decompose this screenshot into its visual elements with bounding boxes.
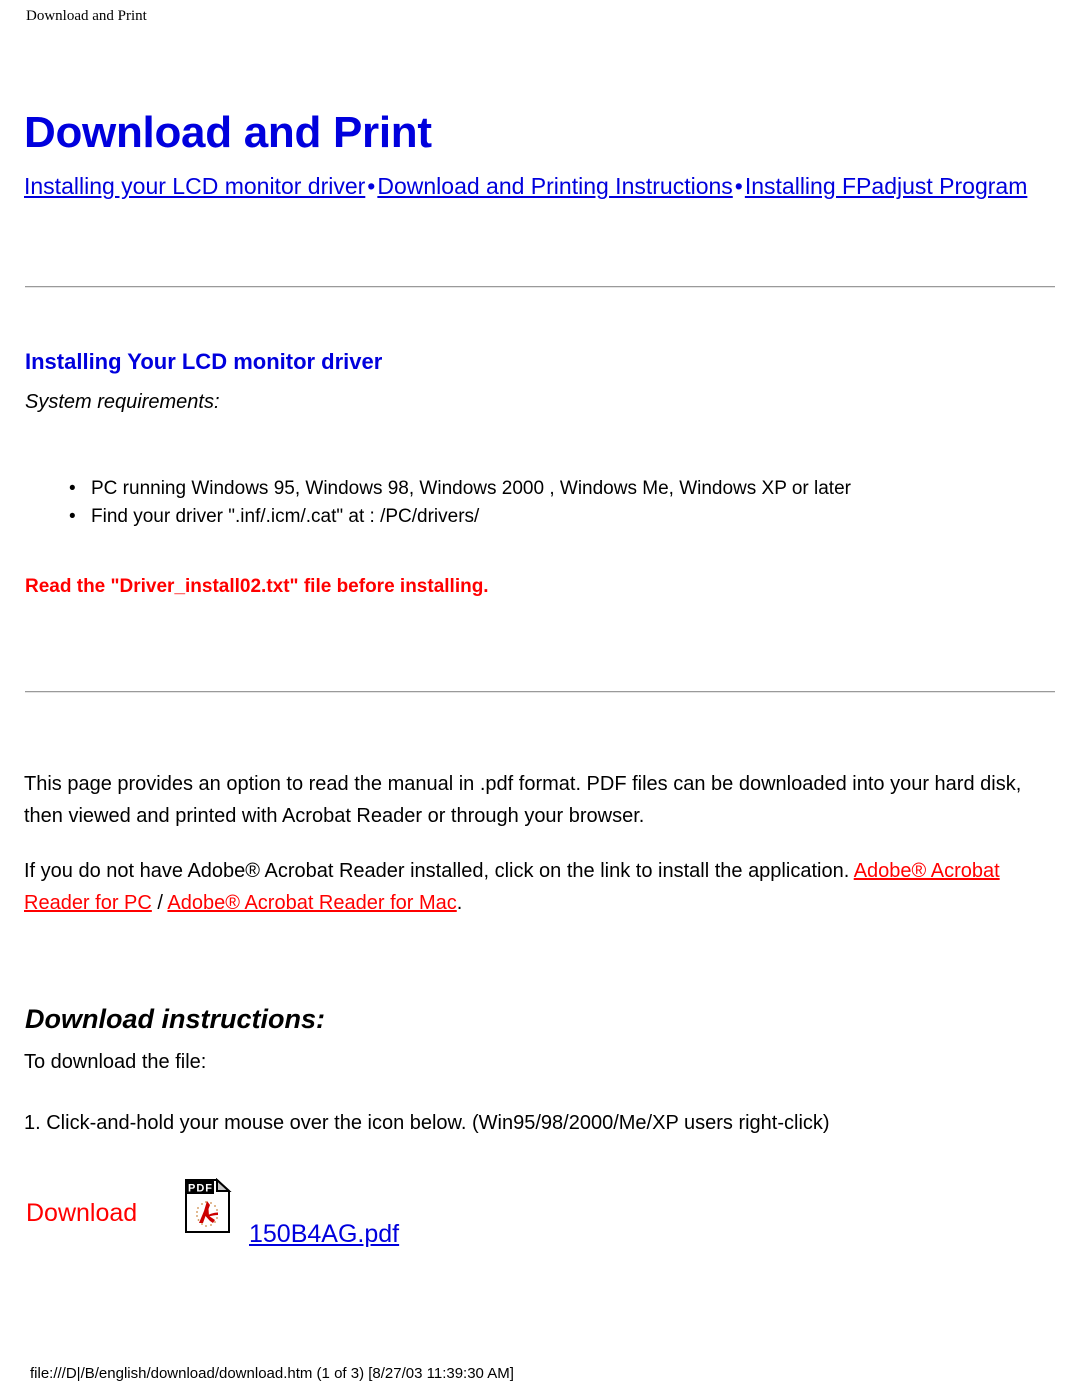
acrobat-paragraph-lead: If you do not have Adobe® Acrobat Reader…	[24, 860, 854, 882]
list-item-label: PC running Windows 95, Windows 98, Windo…	[91, 478, 851, 499]
bullet-icon: •	[69, 506, 76, 527]
list-item: • Find your driver ".inf/.icm/.cat" at :…	[0, 503, 1050, 531]
svg-text:PDF: PDF	[188, 1183, 213, 1195]
breadcrumb: Installing your LCD monitor driver•Downl…	[24, 168, 1044, 204]
link-adobe-acrobat-reader-mac[interactable]: Adobe® Acrobat Reader for Mac	[167, 892, 456, 914]
download-row: Download PDF 150B4AG.pdf	[0, 1177, 1080, 1258]
download-step-1: 1. Click-and-hold your mouse over the ic…	[24, 1112, 830, 1134]
divider-top	[25, 286, 1055, 288]
acrobat-paragraph-separator: /	[151, 892, 168, 914]
pdf-file-icon[interactable]: PDF	[184, 1177, 232, 1234]
nav-link-download-printing-instructions[interactable]: Download and Printing Instructions	[377, 173, 732, 199]
bullet-icon: •	[69, 478, 76, 499]
list-item-label: Find your driver ".inf/.icm/.cat" at : /…	[91, 506, 480, 527]
pdf-intro-paragraph: This page provides an option to read the…	[24, 773, 1022, 827]
divider-middle	[25, 691, 1055, 693]
system-requirements-label: System requirements:	[25, 391, 220, 413]
nav-separator-2: •	[734, 173, 743, 199]
download-intro-text: To download the file:	[24, 1051, 207, 1073]
nav-link-installing-lcd-driver[interactable]: Installing your LCD monitor driver	[24, 173, 365, 199]
section-heading-installing-driver: Installing Your LCD monitor driver	[25, 349, 383, 375]
system-requirements-list: • PC running Windows 95, Windows 98, Win…	[0, 455, 1050, 531]
document-page: Download and Print Download and Print In…	[0, 0, 1080, 1397]
list-item: • PC running Windows 95, Windows 98, Win…	[0, 475, 1050, 503]
acrobat-paragraph-tail: .	[456, 892, 463, 914]
page-footer: file:///D|/B/english/download/download.h…	[30, 1365, 514, 1382]
download-label: Download	[26, 1199, 138, 1227]
page-title: Download and Print	[24, 108, 432, 158]
download-file-link[interactable]: 150B4AG.pdf	[249, 1220, 399, 1249]
nav-separator-1: •	[367, 173, 376, 199]
running-header: Download and Print	[26, 8, 147, 24]
acrobat-reader-paragraph: If you do not have Adobe® Acrobat Reader…	[24, 855, 1038, 919]
download-instructions-heading: Download instructions:	[25, 1004, 325, 1034]
driver-install-warning: Read the "Driver_install02.txt" file bef…	[25, 576, 489, 597]
nav-link-installing-fpadjust-program[interactable]: Installing FPadjust Program	[745, 173, 1028, 199]
